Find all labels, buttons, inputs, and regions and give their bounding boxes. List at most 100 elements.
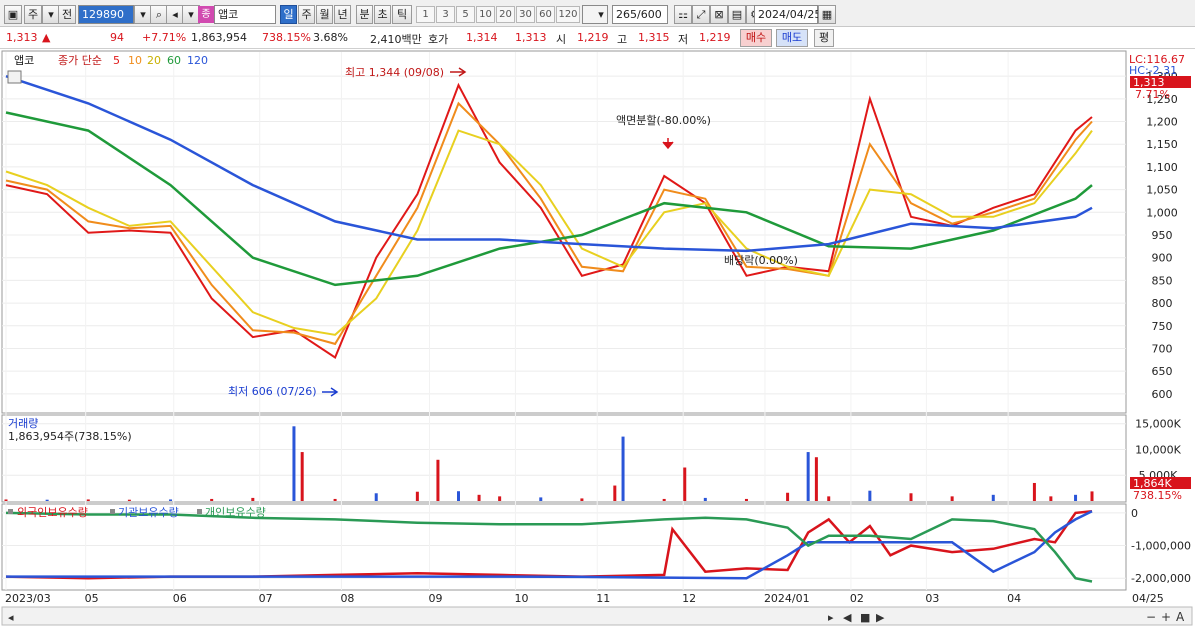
- x-tick-label: 04/25: [1132, 592, 1164, 605]
- scroll-right-icon[interactable]: ▸: [828, 611, 834, 624]
- drawing-icon[interactable]: ⤢: [692, 5, 710, 24]
- data-count-field[interactable]: 265/600: [612, 5, 668, 24]
- unit-20[interactable]: 20: [496, 6, 515, 23]
- holdings-tick-label: -1,000,000: [1131, 540, 1191, 553]
- volume-bar: [539, 497, 543, 501]
- volume-bar: [333, 498, 337, 501]
- tf-week[interactable]: 주: [298, 5, 315, 24]
- x-tick-label: 12: [682, 592, 696, 605]
- volume-bar: [950, 496, 954, 501]
- table-toggle-icon[interactable]: [7, 70, 22, 84]
- tf-second[interactable]: 초: [374, 5, 391, 24]
- font-size-icon[interactable]: A: [1176, 610, 1185, 624]
- volume-bar: [251, 497, 255, 501]
- volume-bar: [457, 491, 460, 501]
- unit-10[interactable]: 10: [476, 6, 495, 23]
- x-tick-label: 06: [173, 592, 187, 605]
- volume-summary: 1,863,954주(738.15%): [8, 430, 132, 443]
- volume-bar: [621, 436, 625, 501]
- step-back-icon[interactable]: ◀: [843, 611, 852, 624]
- unit-30[interactable]: 30: [516, 6, 535, 23]
- sell-button[interactable]: 매도: [776, 29, 808, 47]
- tf-day[interactable]: 일: [280, 5, 297, 24]
- volume-bar: [1074, 494, 1078, 501]
- quote-high: 1,315: [638, 31, 670, 44]
- unit-60[interactable]: 60: [536, 6, 555, 23]
- quote-open-label: 시: [556, 33, 567, 46]
- market-badge: 종: [198, 6, 214, 23]
- volume-bar: [292, 426, 296, 501]
- save-icon[interactable]: ▤: [728, 5, 746, 24]
- volume-bar: [868, 490, 872, 501]
- ma-20: 20: [147, 54, 161, 67]
- stop-icon[interactable]: ■: [860, 611, 870, 624]
- tf-month[interactable]: 월: [316, 5, 333, 24]
- y-tick-label: 1,100: [1146, 161, 1178, 174]
- chart-canvas[interactable]: 6006507007508008509009501,0001,0501,1001…: [0, 50, 1195, 629]
- chart-window: ▣ 주 ▾ 전 129890 ▾ ⌕ ◂ ▾ 종 앱코 일 주 월 년 분 초 …: [0, 0, 1195, 629]
- volume-panel-frame: [1, 414, 1127, 503]
- volume-bar: [703, 497, 707, 501]
- stock-code-input[interactable]: 129890: [78, 5, 134, 24]
- volume-bar: [210, 498, 214, 501]
- scrollbar[interactable]: [1, 606, 1193, 626]
- calendar-icon[interactable]: ▦: [818, 5, 836, 24]
- quote-low-label: 저: [678, 33, 689, 46]
- x-tick-label: 2023/03: [5, 592, 51, 605]
- y-tick-label: 1,150: [1146, 138, 1178, 151]
- x-tick-label: 2024/01: [764, 592, 810, 605]
- volume-bar: [1049, 496, 1053, 501]
- volume-bar: [4, 499, 8, 501]
- tf-year[interactable]: 년: [334, 5, 351, 24]
- quote-bar: 1,313 ▲ 94 +7.71% 1,863,954 738.15% 3.68…: [0, 27, 1195, 49]
- unit-3[interactable]: 3: [436, 6, 455, 23]
- y-tick-label: 850: [1152, 274, 1173, 287]
- volume-bar: [436, 459, 440, 501]
- volume-bar: [300, 452, 304, 501]
- volume-bar: [1032, 482, 1036, 501]
- volume-tag2: 738.15%: [1133, 489, 1182, 502]
- zoom-out-icon[interactable]: −: [1146, 610, 1156, 624]
- period-button-prev[interactable]: 전: [58, 5, 76, 24]
- volume-bar: [662, 498, 666, 501]
- layout-icon[interactable]: ▣: [4, 5, 22, 24]
- quote-ask-label: 호가: [428, 33, 449, 46]
- period-button-week[interactable]: 주: [24, 5, 42, 24]
- unit-5[interactable]: 5: [456, 6, 475, 23]
- scroll-left-icon[interactable]: ◂: [8, 611, 14, 624]
- quote-price: 1,313: [6, 31, 38, 44]
- date-field[interactable]: 2024/04/25: [754, 5, 821, 24]
- volume-bar: [498, 496, 502, 501]
- tf-tick[interactable]: 틱: [392, 5, 412, 24]
- holdings-tick-label: -2,000,000: [1131, 572, 1191, 585]
- y-tick-label: 900: [1152, 252, 1173, 265]
- quote-turnover: 3.68%: [313, 31, 348, 44]
- x-tick-label: 07: [259, 592, 273, 605]
- quote-ask2: 1,313: [515, 31, 547, 44]
- quote-open: 1,219: [577, 31, 609, 44]
- legend-institution: 기관보유수량: [118, 506, 179, 519]
- tf-minute[interactable]: 분: [356, 5, 373, 24]
- volume-bar: [415, 491, 419, 501]
- quote-change-pct: +7.71%: [142, 31, 187, 44]
- unit-1[interactable]: 1: [416, 6, 435, 23]
- pct-tag: 7.71%: [1135, 88, 1170, 101]
- quote-change: 94: [110, 31, 124, 44]
- zoom-in-icon[interactable]: +: [1161, 610, 1171, 624]
- buy-button[interactable]: 매수: [740, 29, 772, 47]
- x-tick-label: 04: [1007, 592, 1021, 605]
- chart-tools-icon[interactable]: ⚏: [674, 5, 692, 24]
- volume-tick-label: 10,000K: [1135, 443, 1181, 456]
- stock-name-field[interactable]: 앱코: [214, 5, 276, 24]
- volume-bar: [806, 452, 810, 501]
- y-tick-label: 1,050: [1146, 184, 1178, 197]
- unit-120[interactable]: 120: [556, 6, 580, 23]
- data-count: 265: [616, 8, 637, 21]
- unit-dropdown-icon[interactable]: ▾: [592, 6, 610, 23]
- legend-marker-icon: [110, 509, 115, 514]
- play-icon[interactable]: ▶: [876, 611, 885, 624]
- fit-icon[interactable]: ⊠: [710, 5, 728, 24]
- x-tick-label: 08: [340, 592, 354, 605]
- ma-120: 120: [187, 54, 208, 67]
- eval-button[interactable]: 평: [814, 29, 834, 47]
